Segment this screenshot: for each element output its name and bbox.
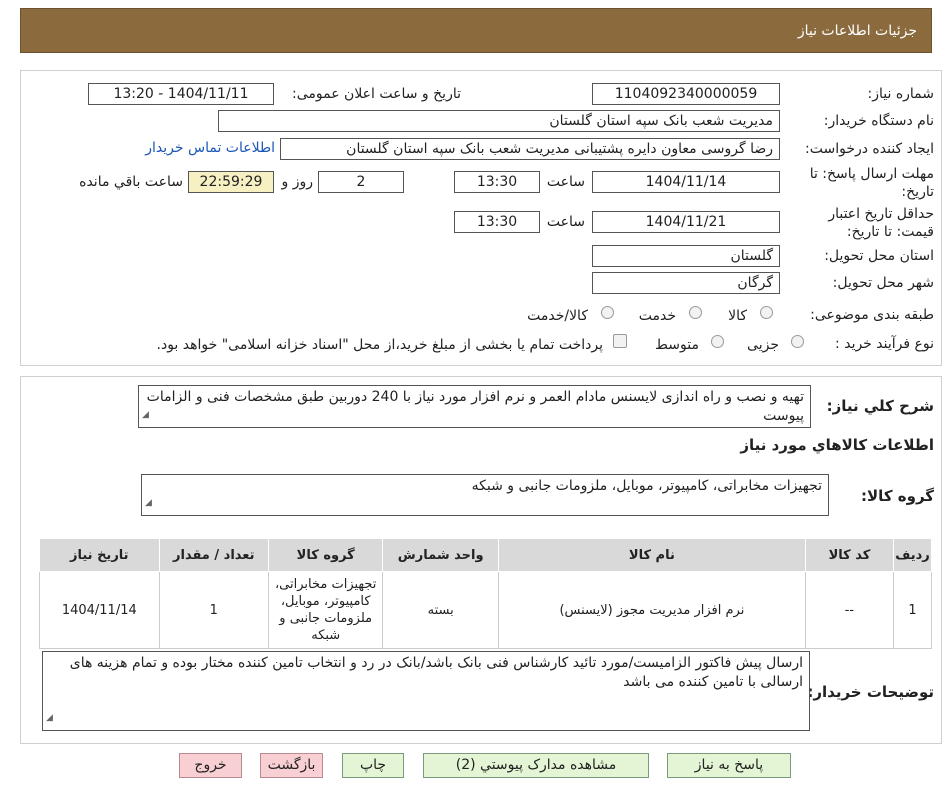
resize-grip-icon[interactable]: ◢ [145, 494, 152, 513]
resize-grip-icon[interactable]: ◢ [46, 709, 53, 728]
page-header: جزئیات اطلاعات نیاز [20, 8, 932, 53]
need-number-label: شماره نیاز: [867, 86, 935, 102]
days-field: 2 [318, 171, 404, 193]
col-name: نام کالا [497, 538, 806, 572]
goods-section-title: اطلاعات کالاهاي مورد نياز [740, 436, 934, 454]
cell-group: تجهیزات مخابراتی، کامپیوتر، موبایل، ملزو… [267, 571, 384, 649]
category-service-radio[interactable] [689, 306, 702, 319]
category-service-label: خدمت [638, 308, 676, 324]
deadline-label-2: تاریخ: [901, 184, 934, 200]
process-minor-radio[interactable] [791, 335, 804, 348]
resize-grip-icon[interactable]: ◢ [142, 406, 149, 425]
category-goods-label: کالا [728, 308, 747, 324]
deadline-hour-label: ساعت [546, 174, 585, 190]
category-both-label: کالا/خدمت [527, 308, 588, 324]
col-row-number: رديف [892, 538, 933, 572]
buyer-notes-textarea: ارسال پیش فاکتور الزامیست/مورد تائید کار… [42, 651, 810, 731]
cell-need-date: 1404/11/14 [39, 571, 160, 649]
process-label: نوع فرآیند خرید : [835, 336, 934, 352]
exit-button[interactable]: خروج [179, 753, 242, 778]
buyer-notes-text: ارسال پیش فاکتور الزامیست/مورد تائید کار… [69, 655, 803, 690]
treasury-payment-checkbox[interactable] [613, 334, 627, 348]
announce-field: 1404/11/11 - 13:20 [88, 83, 274, 105]
buyer-org-field: مدیریت شعب بانک سپه استان گلستان [218, 110, 780, 132]
reply-button[interactable]: پاسخ به نیاز [667, 753, 791, 778]
cell-quantity: 1 [158, 571, 269, 649]
buyer-contact-link[interactable]: اطلاعات تماس خریدار [145, 140, 275, 156]
province-field: گلستان [592, 245, 780, 267]
cell-row-number: 1 [892, 571, 933, 649]
category-both-radio[interactable] [601, 306, 614, 319]
back-button[interactable]: بازگشت [260, 753, 323, 778]
description-text: تهیه و نصب و راه اندازی لایسنس مادام الع… [146, 389, 804, 424]
col-code: کد کالا [804, 538, 894, 572]
table-header-row: رديف کد کالا نام کالا واحد شمارش گروه کا… [39, 538, 933, 572]
buyer-org-label: نام دستگاه خریدار: [823, 113, 934, 129]
validity-date-field: 1404/11/21 [592, 211, 780, 233]
cell-code: -- [804, 571, 894, 649]
validity-time-field: 13:30 [454, 211, 540, 233]
deadline-label: مهلت ارسال پاسخ: تا [809, 166, 934, 182]
remaining-time-field: 22:59:29 [188, 171, 274, 193]
page-title: جزئیات اطلاعات نیاز [797, 23, 917, 39]
col-group: گروه کالا [267, 538, 384, 572]
city-label: شهر محل تحویل: [832, 275, 934, 291]
announce-label: تاریخ و ساعت اعلان عمومی: [292, 86, 461, 102]
province-label: استان محل تحویل: [824, 248, 934, 264]
requester-field: رضا گروسی معاون دایره پشتیبانی مدیریت شع… [280, 138, 780, 160]
process-minor-label: جزیی [747, 337, 779, 353]
requester-label: ایجاد کننده درخواست: [805, 141, 934, 157]
goods-group-label: گروه کالا: [861, 487, 934, 505]
process-medium-radio[interactable] [711, 335, 724, 348]
deadline-date-field: 1404/11/14 [592, 171, 780, 193]
city-field: گرگان [592, 272, 780, 294]
col-unit: واحد شمارش [382, 538, 499, 572]
process-medium-label: متوسط [655, 337, 699, 353]
validity-hour-label: ساعت [546, 214, 585, 230]
deadline-time-field: 13:30 [454, 171, 540, 193]
cell-unit: بسته [382, 571, 499, 649]
goods-group-textarea: تجهیزات مخابراتی، کامپیوتر، موبایل، ملزو… [141, 474, 829, 516]
days-label: روز و [281, 174, 314, 190]
validity-label: حداقل تاریخ اعتبار [828, 206, 934, 222]
treasury-payment-note: پرداخت تمام یا بخشی از مبلغ خرید،از محل … [156, 337, 603, 353]
category-goods-radio[interactable] [760, 306, 773, 319]
col-need-date: تاریخ نیاز [39, 538, 160, 572]
category-label: طبقه بندی موضوعی: [810, 307, 934, 323]
description-label: شرح کلي نياز: [826, 397, 934, 415]
col-quantity: تعداد / مقدار [158, 538, 269, 572]
view-attachments-button[interactable]: مشاهده مدارک پیوستي (2) [423, 753, 649, 778]
table-row: 1 -- نرم افزار مدیریت مجوز (لایسنس) بسته… [39, 571, 933, 649]
items-table: رديف کد کالا نام کالا واحد شمارش گروه کا… [39, 538, 933, 649]
description-textarea: تهیه و نصب و راه اندازی لایسنس مادام الع… [138, 385, 811, 428]
cell-name: نرم افزار مدیریت مجوز (لایسنس) [497, 571, 806, 649]
remaining-label: ساعت باقي مانده [79, 174, 183, 190]
validity-label-2: قیمت: تا تاریخ: [846, 224, 934, 240]
print-button[interactable]: چاپ [342, 753, 404, 778]
buyer-notes-label: توضیحات خریدار: [807, 683, 934, 701]
goods-group-text: تجهیزات مخابراتی، کامپیوتر، موبایل، ملزو… [471, 478, 822, 494]
need-number-field: 1104092340000059 [592, 83, 780, 105]
